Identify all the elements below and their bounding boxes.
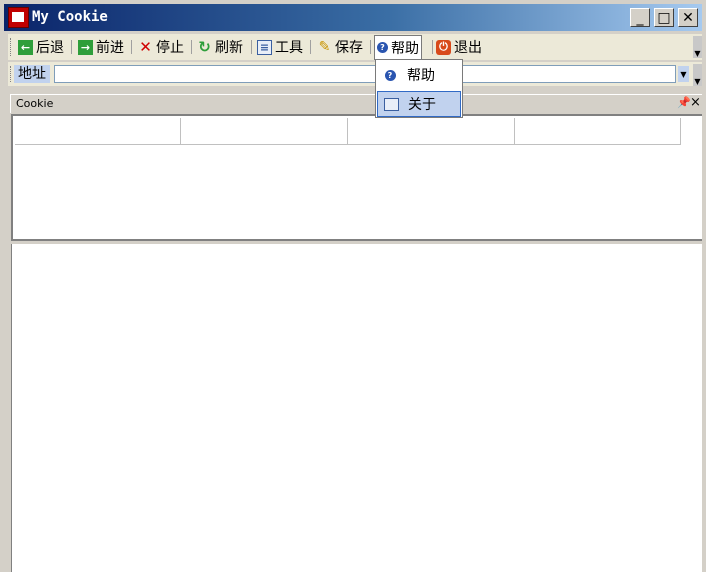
help-dropdown-menu: ? 帮助 关于 — [375, 59, 463, 118]
stop-button[interactable]: ✕ 停止 — [138, 36, 184, 58]
chevron-down-icon: ▼ — [694, 49, 701, 58]
browser-content-area[interactable] — [11, 244, 702, 572]
help-label: 帮助 — [391, 40, 419, 57]
menu-item-help[interactable]: ? 帮助 — [377, 62, 461, 88]
toolbar-divider — [71, 40, 72, 54]
toolbar-divider — [131, 40, 132, 54]
grid-column-header[interactable] — [348, 118, 515, 145]
save-icon: ✎ — [318, 39, 331, 55]
tools-icon: ≡ — [257, 39, 272, 55]
help-icon: ? — [377, 69, 403, 81]
toolbar: ← 后退 → 前进 ✕ 停止 ↻ 刷新 ≡ 工具 ✎ 保存 ? 帮助 ⏻ 退出 … — [8, 34, 702, 60]
menu-item-about-label: 关于 — [408, 97, 436, 113]
stop-label: 停止 — [156, 40, 184, 56]
cookie-panel-header: Cookie 📌 × — [10, 94, 702, 113]
chevron-down-icon: ▼ — [694, 77, 701, 86]
address-bar: 地址 ▼ ▼ — [8, 62, 702, 86]
grid-header-row — [15, 118, 681, 145]
help-icon: ? — [377, 42, 388, 53]
stop-x-icon: ✕ — [139, 38, 152, 56]
tools-label: 工具 — [275, 40, 303, 56]
help-menu-button[interactable]: ? 帮助 — [374, 35, 422, 60]
close-button[interactable]: ✕ — [678, 8, 698, 27]
grid-column-header[interactable] — [181, 118, 348, 145]
back-label: 后退 — [36, 40, 64, 56]
back-arrow-icon: ← — [18, 39, 33, 55]
tools-button[interactable]: ≡ 工具 — [257, 36, 303, 58]
grid-column-header[interactable] — [515, 118, 681, 145]
save-button[interactable]: ✎ 保存 — [317, 36, 363, 58]
toolbar-grip[interactable] — [10, 38, 14, 56]
toolbar-divider — [370, 40, 371, 54]
menu-item-about[interactable]: 关于 — [377, 91, 461, 117]
back-button[interactable]: ← 后退 — [18, 36, 64, 58]
menu-item-help-label: 帮助 — [407, 68, 435, 84]
power-icon: ⏻ — [436, 39, 451, 55]
toolbar-divider — [310, 40, 311, 54]
address-overflow-button[interactable]: ▼ — [693, 64, 702, 86]
address-label: 地址 — [14, 65, 50, 83]
cookie-panel-title: Cookie — [16, 97, 54, 110]
toolbar-divider — [191, 40, 192, 54]
toolbar-divider — [251, 40, 252, 54]
forward-label: 前进 — [96, 40, 124, 56]
title-bar[interactable]: My Cookie _ □ ✕ — [4, 4, 702, 31]
panel-close-icon[interactable]: × — [690, 95, 701, 110]
exit-label: 退出 — [454, 40, 482, 56]
about-icon — [378, 97, 404, 111]
app-logo-icon[interactable] — [8, 7, 29, 28]
refresh-button[interactable]: ↻ 刷新 — [197, 36, 243, 58]
maximize-icon: □ — [657, 9, 671, 26]
cookie-grid[interactable] — [11, 114, 702, 241]
forward-arrow-icon: → — [78, 39, 93, 55]
toolbar-divider — [432, 40, 433, 54]
close-icon: ✕ — [682, 9, 694, 26]
exit-button[interactable]: ⏻ 退出 — [436, 36, 482, 58]
address-input[interactable] — [54, 65, 676, 83]
pin-icon[interactable]: 📌 — [677, 96, 691, 109]
grid-column-header[interactable] — [15, 118, 181, 145]
maximize-button[interactable]: □ — [654, 8, 674, 27]
forward-button[interactable]: → 前进 — [78, 36, 124, 58]
address-dropdown-button[interactable]: ▼ — [678, 66, 689, 82]
chevron-down-icon: ▼ — [680, 69, 687, 79]
save-label: 保存 — [335, 40, 363, 56]
minimize-icon: _ — [636, 9, 644, 26]
toolbar-overflow-button[interactable]: ▼ — [693, 36, 702, 58]
window-title: My Cookie — [32, 9, 108, 25]
refresh-icon: ↻ — [198, 38, 211, 56]
minimize-button[interactable]: _ — [630, 8, 650, 27]
refresh-label: 刷新 — [215, 40, 243, 56]
